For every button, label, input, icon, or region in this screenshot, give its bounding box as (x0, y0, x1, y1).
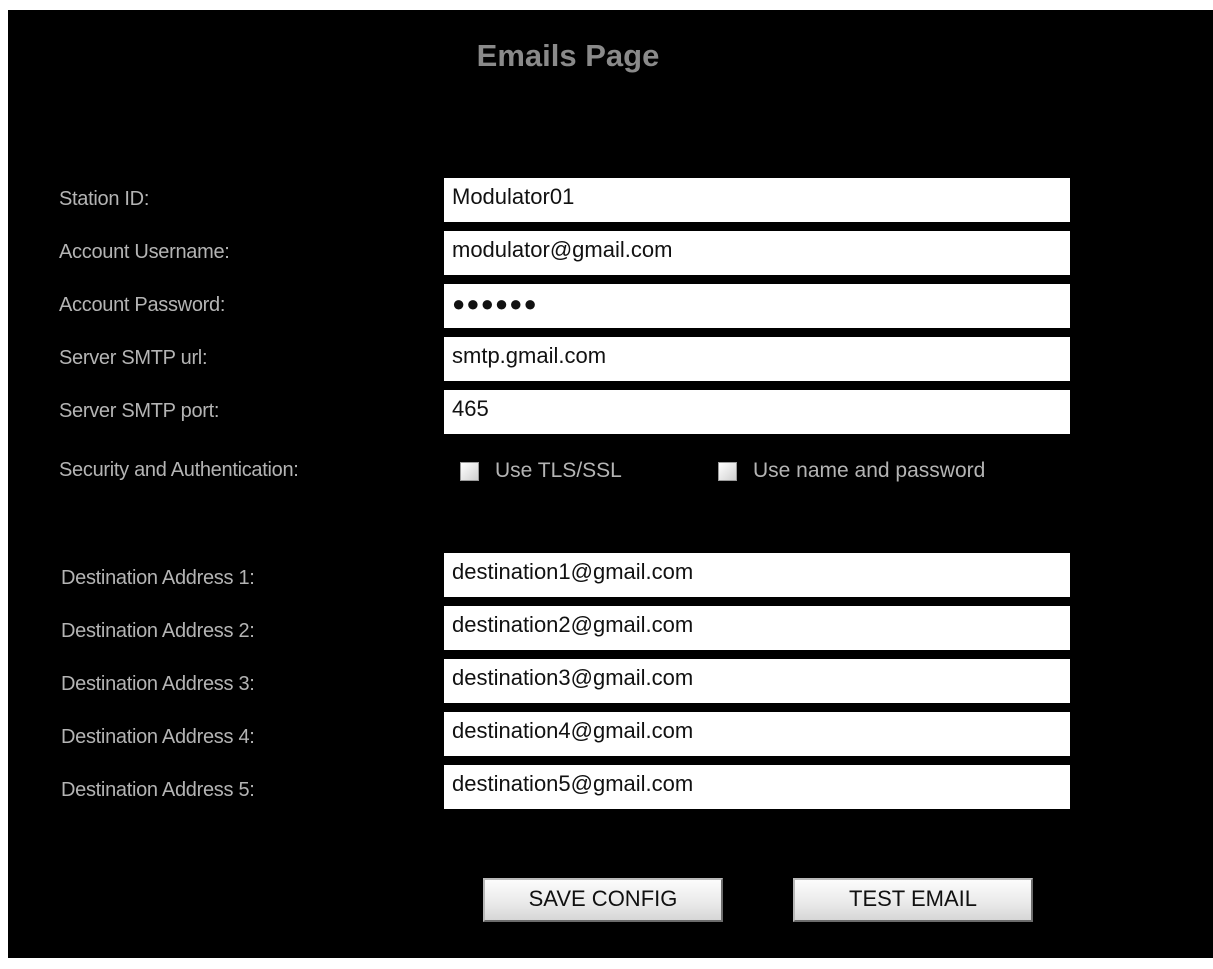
smtp-url-input[interactable]: smtp.gmail.com (444, 337, 1070, 381)
use-tls-label: Use TLS/SSL (495, 459, 622, 482)
use-auth-checkbox[interactable] (718, 461, 737, 481)
destination-4-input[interactable]: destination4@gmail.com (444, 712, 1070, 756)
use-tls-checkbox[interactable] (460, 461, 479, 481)
destination-5-label: Destination Address 5: (61, 779, 255, 801)
destination-5-input[interactable]: destination5@gmail.com (444, 765, 1070, 809)
page-title: Emails Page (476, 38, 660, 73)
smtp-port-label: Server SMTP port: (59, 400, 220, 422)
destination-2-input[interactable]: destination2@gmail.com (444, 606, 1070, 650)
use-auth-label: Use name and password (753, 459, 986, 482)
station-id-label: Station ID: (59, 188, 150, 210)
destination-1-label: Destination Address 1: (61, 567, 255, 589)
destination-3-input[interactable]: destination3@gmail.com (444, 659, 1070, 703)
save-config-button[interactable]: SAVE CONFIG (483, 878, 723, 922)
account-username-label: Account Username: (59, 241, 230, 263)
account-password-label: Account Password: (59, 294, 226, 316)
security-label: Security and Authentication: (59, 459, 299, 481)
use-tls-option[interactable]: Use TLS/SSL (460, 456, 622, 486)
account-password-input[interactable]: ●●●●●● (444, 284, 1070, 328)
station-id-input[interactable]: Modulator01 (444, 178, 1070, 222)
test-email-button[interactable]: TEST EMAIL (793, 878, 1033, 922)
smtp-port-input[interactable]: 465 (444, 390, 1070, 434)
destination-4-label: Destination Address 4: (61, 726, 255, 748)
destination-2-label: Destination Address 2: (61, 620, 255, 642)
smtp-url-label: Server SMTP url: (59, 347, 208, 369)
account-username-input[interactable]: modulator@gmail.com (444, 231, 1070, 275)
destination-3-label: Destination Address 3: (61, 673, 255, 695)
use-auth-option[interactable]: Use name and password (718, 456, 985, 486)
emails-panel: Emails Page Station ID: Modulator01 Acco… (8, 10, 1213, 958)
destination-1-input[interactable]: destination1@gmail.com (444, 553, 1070, 597)
